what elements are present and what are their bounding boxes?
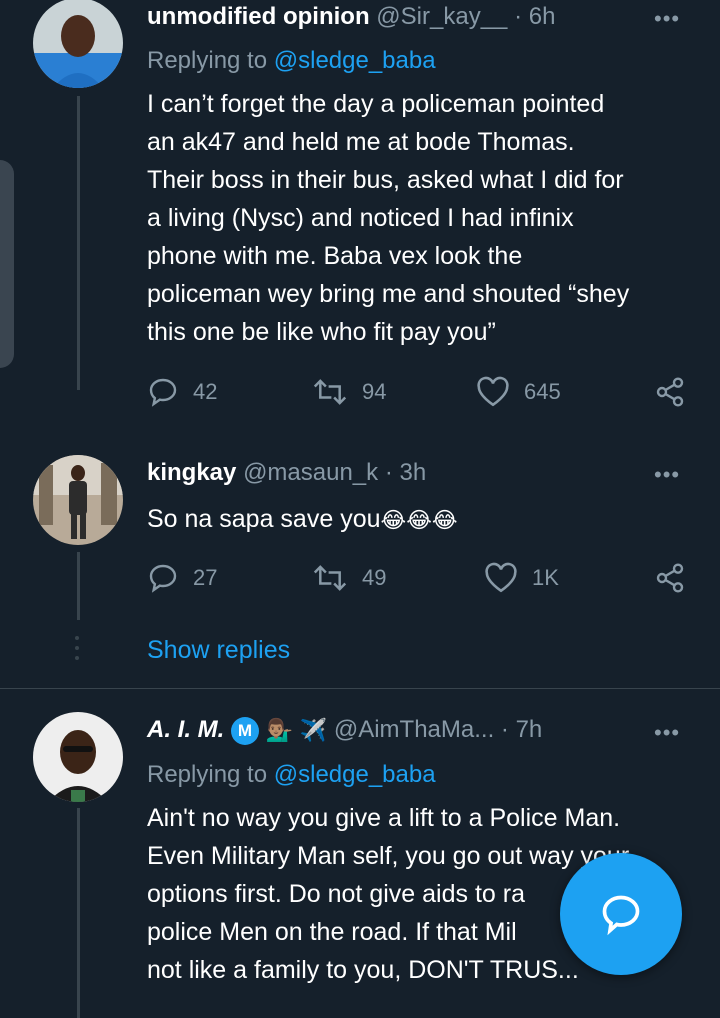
dotted-thread-icon	[75, 636, 81, 660]
user-handle[interactable]: @AimThaMa...	[334, 716, 494, 743]
tweet-2-text: So na sapa save you😂😂😂	[147, 505, 458, 533]
retweet-icon	[313, 379, 347, 405]
share-button[interactable]	[654, 376, 686, 413]
retweet-icon	[313, 565, 347, 591]
replying-to: Replying to @sledge_baba	[147, 47, 436, 74]
tweet-time: · 7h	[500, 716, 543, 743]
tweet-1-header: unmodified opinion @Sir_kay__ · 6h	[147, 3, 555, 31]
avatar-kingkay[interactable]	[33, 455, 123, 545]
laughing-emoji: 😂😂😂	[380, 507, 458, 533]
thread-line	[77, 96, 80, 390]
reply-icon	[149, 564, 177, 593]
reply-button[interactable]: 42	[147, 376, 217, 408]
edge-panel-handle[interactable]	[0, 160, 14, 368]
thread-line	[77, 808, 80, 1018]
retweet-count: 94	[362, 379, 387, 404]
like-button[interactable]: 645	[476, 376, 561, 408]
reply-button[interactable]: 27	[147, 562, 217, 594]
more-icon[interactable]: •••	[654, 720, 680, 746]
reply-count: 27	[193, 565, 218, 590]
divider	[0, 688, 720, 689]
like-icon	[485, 562, 517, 593]
like-count: 1K	[532, 565, 559, 590]
compose-reply-button[interactable]	[560, 853, 682, 975]
mention-link[interactable]: @sledge_baba	[274, 47, 436, 74]
airplane-emoji: ✈️	[299, 717, 328, 743]
compose-reply-icon	[602, 895, 640, 936]
retweet-button[interactable]: 49	[312, 562, 386, 594]
share-icon	[656, 563, 684, 593]
reply-icon	[149, 378, 177, 407]
user-handle[interactable]: @Sir_kay__	[376, 3, 507, 30]
reply-count: 42	[193, 379, 218, 404]
avatar-unmodified-opinion[interactable]	[33, 0, 123, 88]
tweet-3-header: A. I. M. M 💁🏽‍♂️ ✈️ @AimThaMa... · 7h	[147, 716, 542, 745]
like-icon	[477, 376, 509, 407]
share-button[interactable]	[654, 562, 686, 599]
retweet-button[interactable]: 94	[312, 376, 386, 408]
display-name[interactable]: unmodified opinion	[147, 3, 370, 30]
tweet-time: · 3h	[384, 459, 427, 486]
tweet-1-text: I can’t forget the day a policeman point…	[147, 90, 630, 346]
tweet-2-header: kingkay @masaun_k · 3h	[147, 459, 426, 487]
more-icon[interactable]: •••	[654, 462, 680, 488]
like-count: 645	[524, 379, 561, 404]
person-emoji: 💁🏽‍♂️	[265, 717, 294, 743]
display-name[interactable]: A. I. M.	[147, 716, 224, 743]
display-name[interactable]: kingkay	[147, 459, 236, 486]
avatar-aim[interactable]	[33, 712, 123, 802]
thread-line	[77, 552, 80, 620]
like-button[interactable]: 1K	[484, 562, 559, 594]
user-handle[interactable]: @masaun_k	[243, 459, 378, 486]
show-replies-link[interactable]: Show replies	[147, 636, 290, 665]
m-badge-icon: M	[231, 716, 260, 745]
more-icon[interactable]: •••	[654, 6, 680, 32]
replying-to: Replying to @sledge_baba	[147, 761, 436, 788]
mention-link[interactable]: @sledge_baba	[274, 761, 436, 788]
retweet-count: 49	[362, 565, 387, 590]
tweet-time: · 6h	[514, 3, 556, 30]
share-icon	[656, 377, 684, 407]
